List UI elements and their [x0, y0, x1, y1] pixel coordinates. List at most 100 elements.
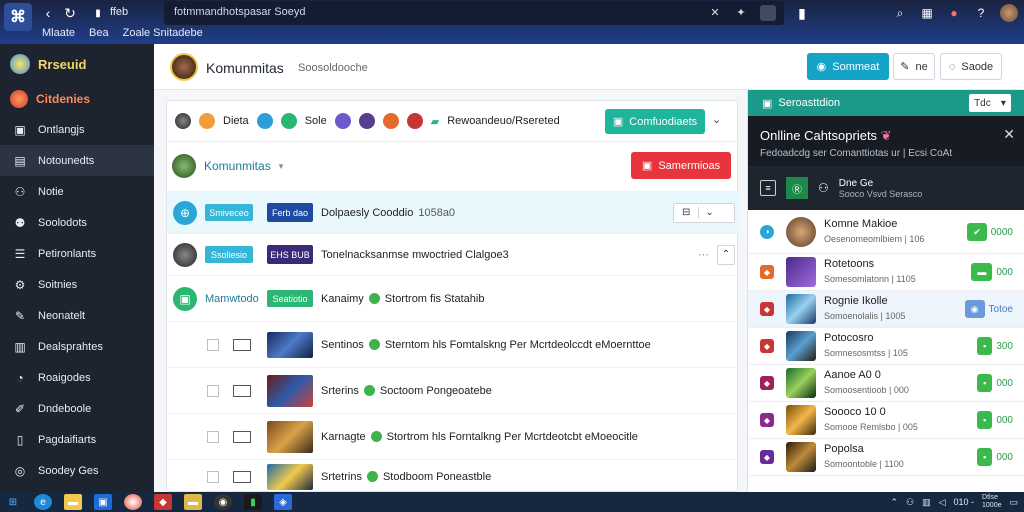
app-red-icon[interactable]: ◆ [154, 494, 172, 510]
close-icon[interactable]: ✕ [1003, 126, 1015, 143]
address-bar[interactable]: fotmmandhotspasar Soeyd ✕ ✦ [164, 1, 784, 25]
bookmark-1[interactable]: Mlaate [42, 27, 75, 39]
purple-dot-icon[interactable] [334, 113, 351, 129]
doc-icon[interactable]: ≡ [760, 180, 776, 196]
item-status[interactable]: ✔ 0000 [967, 223, 1013, 241]
browser-icon[interactable]: e [34, 494, 52, 510]
app-icon[interactable]: Ⓡ [786, 177, 808, 199]
sidebar-item-9[interactable]: ✐ Dndeboole [0, 393, 154, 424]
list-item[interactable]: ◆ Rognie Ikolle Somoenolalis | 1005 ◉ Tot… [748, 291, 1024, 328]
list-item[interactable]: ◆ Aanoe A0 0 Somoosentioob | 000 ▪ 000 [748, 365, 1024, 402]
table-row[interactable]: Ssoliesio EHS BUB Tonelnacksanmse mwoctr… [167, 233, 739, 275]
sidebar-item-11[interactable]: ◎ Soodey Ges [0, 455, 154, 486]
sidebar-item-1[interactable]: ▤ Notounedts [0, 145, 154, 176]
notification-icon[interactable]: ● [946, 5, 962, 21]
item-status[interactable]: ◉ Totoe [964, 300, 1013, 318]
refresh-icon[interactable]: ↻ [62, 5, 78, 21]
secondary-button[interactable]: ◌ Saode [940, 53, 1002, 80]
table-row[interactable]: Sentinos Sterntom hls Fomtalskng Per Mcrt… [167, 321, 739, 367]
sidebar-brand[interactable]: Rrseuid [0, 44, 154, 84]
search-icon[interactable]: ⌕ [892, 5, 908, 21]
profile-flag-icon[interactable]: ▮ [794, 5, 810, 21]
list-item[interactable]: ◆ Potocosro Somnesosmtss | 105 ▪ 300 [748, 328, 1024, 365]
table-row[interactable]: Srtetrins Stodboom Poneastble [167, 459, 739, 493]
community-avatar[interactable] [170, 53, 198, 81]
item-status[interactable]: ▬ 000 [971, 263, 1013, 281]
back-button[interactable]: ‹ [40, 5, 56, 21]
mute-icon[interactable]: ✕ [708, 5, 722, 19]
sidebar-item-2[interactable]: ⚇ Notie [0, 176, 154, 207]
filter-search-text[interactable]: Rewoandeuo/Rsereted [447, 115, 560, 127]
extension-icon[interactable] [760, 5, 776, 21]
media-icon[interactable]: ◉ [214, 494, 232, 510]
row-toggle[interactable] [233, 430, 251, 443]
help-icon[interactable]: ? [973, 5, 989, 21]
blue-dot-icon[interactable] [256, 113, 273, 129]
sidebar-item-5[interactable]: ⚙ Soitnies [0, 269, 154, 300]
files-icon[interactable]: ▬ [184, 494, 202, 510]
edit-button[interactable]: ✎ ne [893, 53, 935, 80]
terminal-icon[interactable]: ▮ [244, 494, 262, 510]
clock-time[interactable]: 010 - [954, 497, 975, 507]
bookmark-2[interactable]: Bea [89, 27, 109, 39]
avatar-dot[interactable] [175, 113, 191, 129]
orange-dot-icon[interactable] [199, 113, 215, 129]
fire-icon[interactable] [382, 113, 399, 129]
more-icon[interactable]: ⋯ [698, 248, 709, 261]
green-dot-icon[interactable] [280, 113, 297, 129]
chevron-down-icon[interactable]: ⌄ [712, 113, 721, 126]
row-expand[interactable]: ⌃ [717, 244, 735, 265]
primary-button[interactable]: ◉ Sommeat [807, 53, 889, 80]
row-toggle[interactable] [233, 338, 251, 351]
chevron-up-icon[interactable]: ⌃ [890, 497, 898, 508]
table-row[interactable]: Srterins Soctoom Pongeoatebe [167, 367, 739, 413]
filter-label[interactable]: Dieta [223, 115, 249, 127]
item-status[interactable]: ▪ 000 [977, 374, 1013, 392]
chrome-icon[interactable] [124, 494, 142, 510]
filter-chip[interactable]: Sole [305, 115, 327, 127]
item-status[interactable]: ▪ 000 [977, 448, 1013, 466]
table-row[interactable]: Karnagte Stortrom hls Forntalkng Per Mcrt… [167, 413, 739, 459]
user-avatar[interactable] [1000, 4, 1018, 22]
sidebar-item-8[interactable]: ◔ Roaigodes [0, 362, 154, 393]
table-row[interactable]: ⊕ Smiveceo Ferb dao Dolpaesly Cooddio 105… [167, 191, 739, 233]
shield-icon[interactable]: ◈ [274, 494, 292, 510]
sidebar-promo[interactable]: Citdenies [0, 84, 154, 114]
sidebar-item-7[interactable]: ▥ Dealsprahtes [0, 331, 154, 362]
table-row[interactable]: ▣ Mamwtodo Seatiotio Kanaimy Stortrom fis… [167, 275, 739, 321]
volume-icon[interactable]: ◁ [939, 497, 946, 508]
folder-icon[interactable]: ▬ [64, 494, 82, 510]
sidebar-item-0[interactable]: ▣ Ontlangjs [0, 114, 154, 145]
sidebar-item-3[interactable]: ⚉ Soolodots [0, 207, 154, 238]
row-toggle[interactable] [233, 384, 251, 397]
grid-icon[interactable]: ▦ [919, 5, 935, 21]
right-panel-dropdown[interactable]: Tdc ▾ [969, 94, 1011, 112]
row-checkbox[interactable] [207, 384, 219, 397]
teal-action-button[interactable]: ▣ Comfuodiaets [605, 109, 705, 134]
row-toggle[interactable] [233, 470, 251, 483]
row-select[interactable]: ⊟ ⌄ [673, 202, 735, 223]
row-checkbox[interactable] [207, 470, 219, 483]
community-label[interactable]: Komunmitas [204, 159, 271, 173]
network-icon[interactable]: ▥ [922, 497, 931, 508]
start-icon[interactable]: ⊞ [4, 494, 22, 510]
bookmark-3[interactable]: Zoale Snitadebe [123, 27, 203, 39]
list-item[interactable]: ◆ Popolsa Somoontoble | 1100 ▪ 000 [748, 439, 1024, 476]
community-avatar-small[interactable] [172, 154, 196, 178]
red-action-button[interactable]: ▣ Samermioas [631, 152, 731, 179]
row-checkbox[interactable] [207, 430, 219, 443]
game-icon[interactable] [358, 113, 375, 129]
sidebar-item-4[interactable]: ☰ Petironlants [0, 238, 154, 269]
store-icon[interactable]: ▣ [94, 494, 112, 510]
list-item[interactable]: ◆ Soooco 10 0 Somooe Remlsbo | 005 ▪ 000 [748, 402, 1024, 439]
alert-icon[interactable] [406, 113, 423, 129]
people-icon[interactable]: ⚇ [906, 497, 914, 508]
sidebar-item-10[interactable]: ▯ Pagdaifiarts [0, 424, 154, 455]
sidebar-item-6[interactable]: ✎ Neonatelt [0, 300, 154, 331]
caret-down-icon[interactable]: ▾ [279, 161, 284, 172]
clock-date[interactable]: Dtlse 1000e [982, 494, 1001, 510]
notification-center-icon[interactable]: ▭ [1009, 497, 1018, 508]
item-status[interactable]: ▪ 300 [977, 337, 1013, 355]
list-item[interactable]: ◑ Komne Makioe Oesenomeomlbiem | 106 ✔ 00… [748, 210, 1024, 254]
app-logo[interactable]: ⌘ [4, 3, 32, 31]
